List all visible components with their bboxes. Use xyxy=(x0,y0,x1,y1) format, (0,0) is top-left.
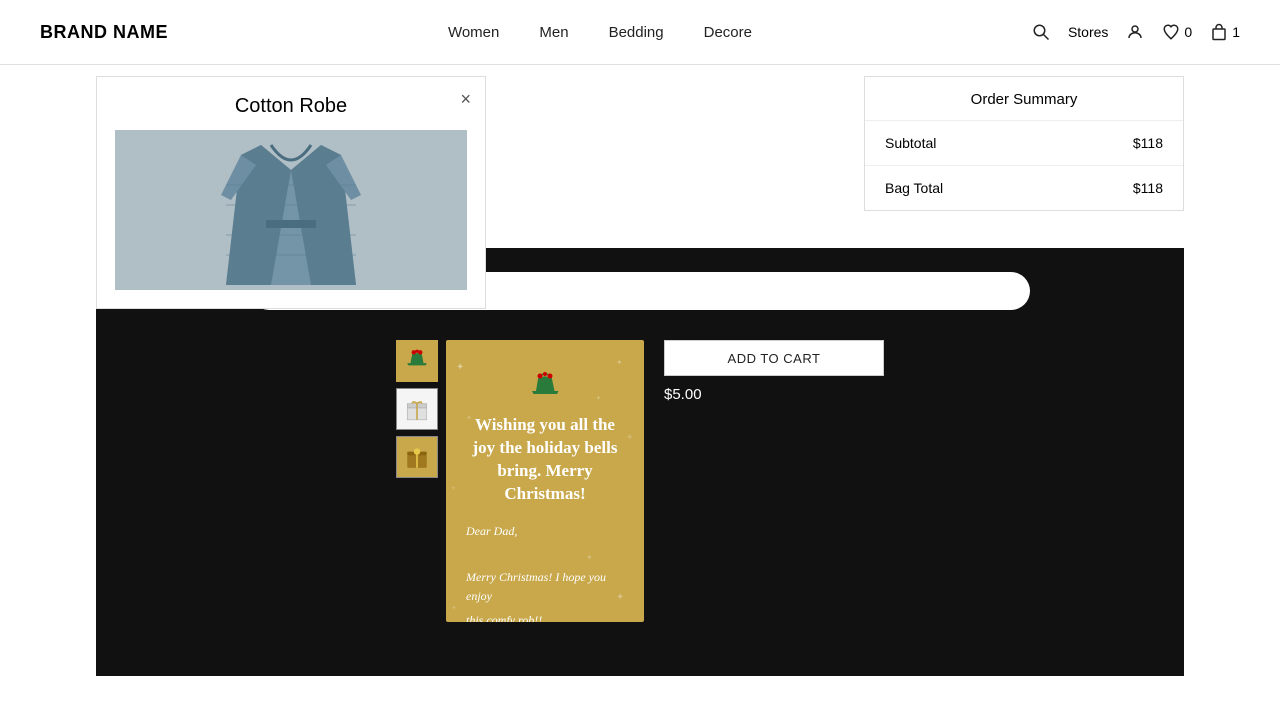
search-icon xyxy=(1032,23,1050,41)
account-icon xyxy=(1126,23,1144,41)
popup-product-title: Cotton Robe xyxy=(115,95,467,118)
wishlist-button[interactable]: 0 xyxy=(1162,23,1192,41)
gift-box-icon xyxy=(404,396,430,422)
bag-total-label: Bag Total xyxy=(885,180,943,196)
gift-card-salutation: Dear Dad, xyxy=(466,522,624,541)
gift-card-body: Dear Dad, Merry Christmas! I hope you en… xyxy=(466,522,624,622)
nav-decore[interactable]: Decore xyxy=(704,24,752,41)
add-to-cart-button[interactable]: ADD TO CART xyxy=(664,340,884,376)
nav-bedding[interactable]: Bedding xyxy=(609,24,664,41)
svg-text:✦: ✦ xyxy=(451,604,457,612)
bag-total-value: $118 xyxy=(1133,180,1163,196)
cart-count: 1 xyxy=(1232,24,1240,40)
search-button[interactable] xyxy=(1032,23,1050,41)
header: BRAND NAME Women Men Bedding Decore Stor… xyxy=(0,0,1280,65)
bag-icon xyxy=(1210,23,1228,41)
product-popup: × Cotton Robe xyxy=(96,76,486,309)
gift-card-body-line1: Merry Christmas! I hope you enjoy xyxy=(466,568,624,606)
brand-name: BRAND NAME xyxy=(40,22,168,43)
wishlist-count: 0 xyxy=(1184,24,1192,40)
order-summary-panel: Order Summary Subtotal $118 Bag Total $1… xyxy=(864,76,1184,211)
gift-card: ✦ ✦ ✦ ✦ ✦ ✦ ✦ ✦ ✦ xyxy=(446,340,644,622)
gift-card-body-line2: this comfy rob!! xyxy=(466,611,624,623)
nav-women[interactable]: Women xyxy=(448,24,499,41)
thumbnail-3[interactable] xyxy=(396,436,438,478)
heart-icon xyxy=(1162,23,1180,41)
thumbnail-1[interactable] xyxy=(396,340,438,382)
order-summary-title: Order Summary xyxy=(865,77,1183,121)
svg-text:✦: ✦ xyxy=(456,362,464,373)
popup-product-image xyxy=(115,130,467,290)
subtotal-value: $118 xyxy=(1133,135,1163,151)
dark-section: ✦ ✦ ✦ ✦ ✦ ✦ ✦ ✦ ✦ xyxy=(96,248,1184,676)
stores-label: Stores xyxy=(1068,24,1108,40)
svg-text:✦: ✦ xyxy=(451,485,456,492)
gift-card-heading: Wishing you all the joy the holiday bell… xyxy=(466,414,624,506)
svg-text:✦: ✦ xyxy=(626,432,634,442)
bell-thumb-icon xyxy=(404,348,430,374)
stores-button[interactable]: Stores xyxy=(1068,24,1108,40)
popup-close-button[interactable]: × xyxy=(460,89,471,110)
subtotal-label: Subtotal xyxy=(885,135,936,151)
card-bell-decoration xyxy=(527,370,563,406)
header-icons: Stores 0 1 xyxy=(1032,23,1240,41)
thumbnail-2[interactable] xyxy=(396,388,438,430)
price-label: $5.00 xyxy=(664,386,884,403)
subtotal-row: Subtotal $118 xyxy=(865,121,1183,165)
nav-men[interactable]: Men xyxy=(539,24,568,41)
cart-button[interactable]: 1 xyxy=(1210,23,1240,41)
action-area: ADD TO CART $5.00 xyxy=(664,340,884,403)
main-nav: Women Men Bedding Decore xyxy=(448,24,752,41)
svg-text:✦: ✦ xyxy=(616,358,623,367)
bag-total-row: Bag Total $118 xyxy=(865,165,1183,210)
gold-gift-icon xyxy=(404,444,430,470)
thumbnail-list xyxy=(396,340,438,478)
account-button[interactable] xyxy=(1126,23,1144,41)
robe-illustration xyxy=(211,135,371,285)
card-area: ✦ ✦ ✦ ✦ ✦ ✦ ✦ ✦ ✦ xyxy=(396,340,884,622)
